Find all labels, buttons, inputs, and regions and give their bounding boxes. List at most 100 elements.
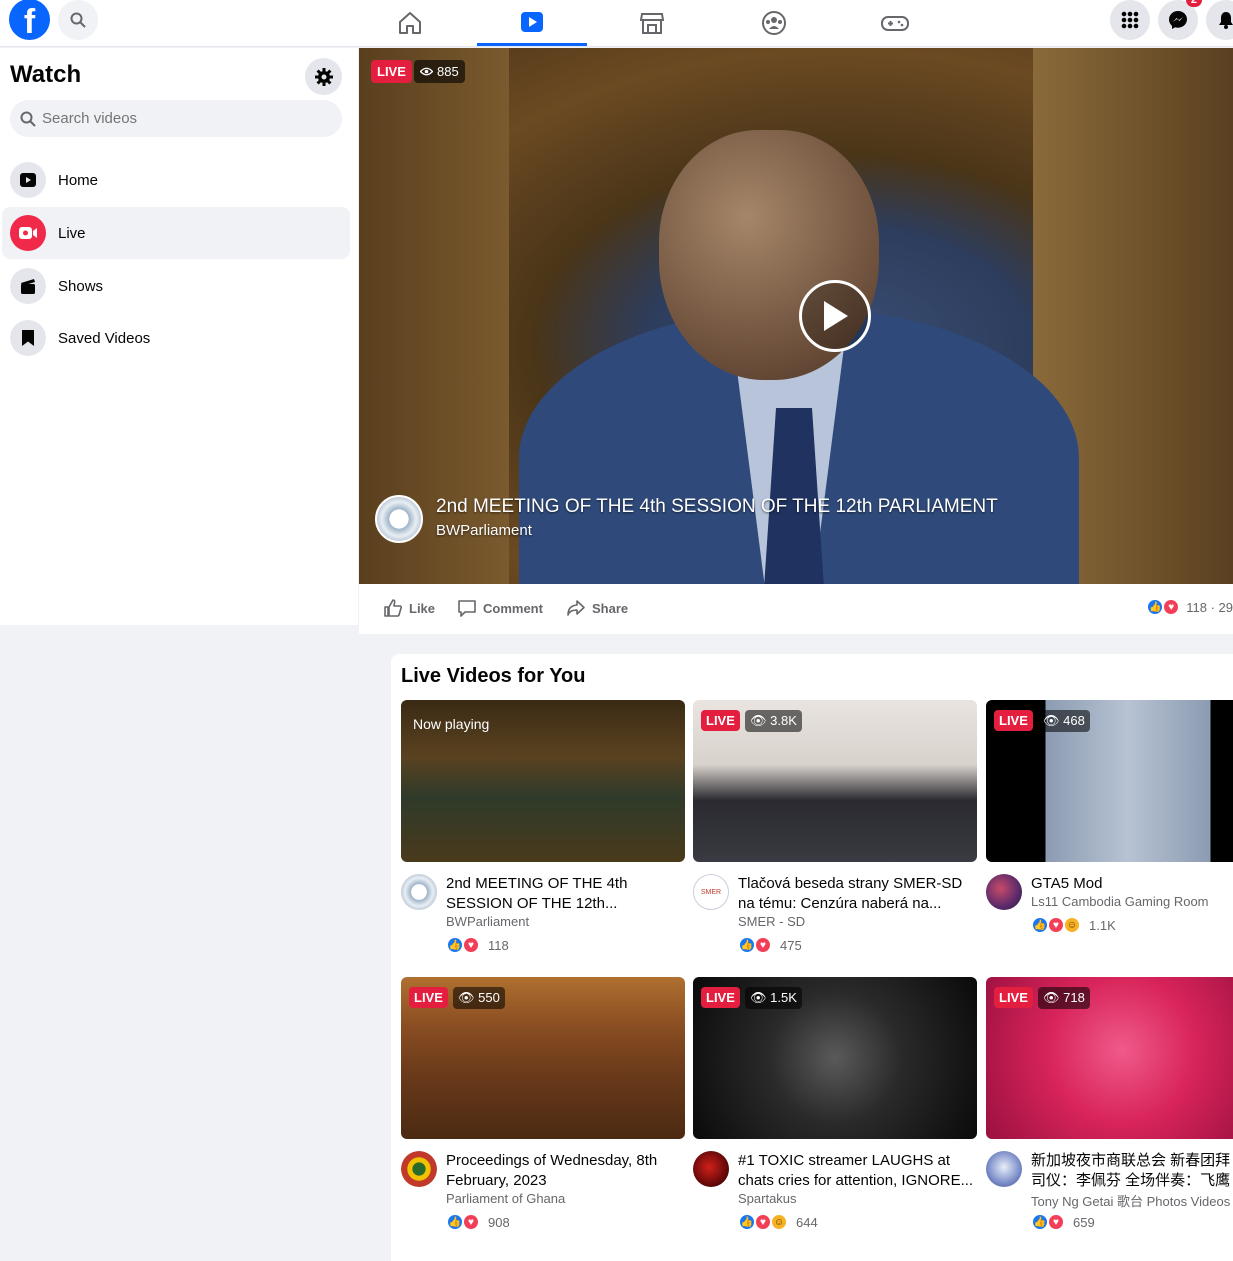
play-button[interactable] [799, 280, 871, 352]
facebook-logo-letter: f [23, 3, 36, 40]
video-card[interactable]: LIVE 👁 550 Proceedings of Wednesday, 8th… [401, 977, 686, 1231]
live-badge: LIVE [409, 987, 448, 1008]
section-title: Live Videos for You [401, 665, 586, 687]
card-channel[interactable]: Spartakus [738, 1191, 797, 1206]
card-channel[interactable]: Ls11 Cambodia Gaming Room [1031, 894, 1209, 909]
like-button[interactable]: Like [383, 598, 435, 618]
card-channel[interactable]: SMER - SD [738, 914, 805, 929]
reaction-count: 908 [488, 1214, 510, 1230]
card-title[interactable]: #1 TOXIC streamer LAUGHS at chats cries … [738, 1151, 978, 1191]
like-label: Like [409, 600, 436, 616]
video-thumbnail[interactable]: LIVE 👁 718 [986, 977, 1233, 1139]
clapperboard-icon [10, 268, 46, 304]
comment-icon [458, 600, 476, 617]
card-title[interactable]: GTA5 Mod [1031, 874, 1233, 894]
viewer-count-value: 718 [1063, 990, 1085, 1005]
menu-button[interactable] [1110, 0, 1150, 40]
video-thumbnail[interactable]: LIVE 👁 1.5K [693, 977, 977, 1139]
video-card[interactable]: LIVE 👁 468 GTA5 Mod Ls11 Cambodia Gaming… [986, 700, 1233, 954]
card-channel[interactable]: BWParliament [446, 914, 529, 929]
card-title[interactable]: 新加坡夜市商联总会 新春团拜 司仪：李佩芬 全场伴奏：飞鹰大 [1031, 1151, 1233, 1191]
love-reaction-icon: ♥ [754, 936, 772, 954]
page-title: Watch [10, 61, 82, 88]
love-reaction-icon: ♥ [462, 1213, 480, 1231]
viewer-count: 👁 468 [1038, 710, 1090, 732]
card-channel[interactable]: Parliament of Ghana [446, 1191, 565, 1206]
now-playing-label: Now playing [413, 716, 490, 732]
channel-avatar[interactable] [986, 874, 1022, 910]
love-reaction-icon: ♥ [1047, 1213, 1065, 1231]
search-button[interactable] [58, 0, 98, 40]
gear-icon [314, 67, 333, 86]
video-card[interactable]: LIVE 👁 3.8K SMER Tlačová beseda strany S… [693, 700, 978, 954]
viewer-count-value: 885 [437, 64, 459, 79]
video-card[interactable]: LIVE 👁 718 新加坡夜市商联总会 新春团拜 司仪：李佩芬 全场伴奏：飞鹰… [986, 977, 1233, 1231]
channel-avatar[interactable] [401, 874, 437, 910]
watch-settings-button[interactable] [305, 58, 342, 95]
channel-avatar[interactable] [693, 1151, 729, 1187]
reaction-count: 644 [796, 1214, 818, 1230]
channel-avatar[interactable] [401, 1151, 437, 1187]
channel-avatar[interactable] [375, 495, 423, 543]
viewer-count: 👁 3.8K [745, 710, 802, 732]
video-card[interactable]: Now playing 2nd MEETING OF THE 4th SESSI… [401, 700, 686, 954]
channel-name[interactable]: BWParliament [436, 522, 532, 539]
live-badge: LIVE [701, 987, 740, 1008]
reaction-summary[interactable]: 👍 ♥ 118 · 29 [1146, 598, 1233, 616]
video-thumbnail[interactable]: Now playing [401, 700, 685, 862]
viewer-count: 👁 1.5K [745, 987, 802, 1009]
video-thumbnail[interactable]: LIVE 👁 3.8K [693, 700, 977, 862]
sidebar-item-label: Live [58, 224, 86, 242]
sidebar-item-label: Saved Videos [58, 329, 151, 347]
live-badge: LIVE [371, 60, 412, 83]
viewer-count-value: 1.5K [770, 990, 797, 1005]
search-icon [20, 111, 36, 127]
sidebar-item-saved-videos[interactable]: Saved Videos [2, 312, 350, 364]
channel-avatar[interactable] [986, 1151, 1022, 1187]
card-reactions: 👍 ♥ 908 [446, 1213, 510, 1231]
groups-icon [762, 11, 786, 35]
nav-tab-marketplace[interactable] [597, 0, 707, 46]
nav-tab-gaming[interactable] [840, 0, 950, 46]
card-reactions: 👍 ♥ 118 [446, 936, 509, 954]
comment-label: Comment [483, 600, 543, 616]
sidebar-item-label: Shows [58, 277, 104, 295]
nav-tab-watch[interactable] [477, 0, 587, 46]
haha-reaction-icon: ☺ [770, 1213, 788, 1231]
video-thumbnail[interactable]: LIVE 👁 468 [986, 700, 1233, 862]
share-label: Share [592, 600, 629, 616]
channel-avatar[interactable]: SMER [693, 874, 729, 910]
haha-reaction-icon: ☺ [1063, 916, 1081, 934]
search-videos-input[interactable] [42, 110, 322, 127]
messenger-badge: 2 [1185, 0, 1202, 7]
love-reaction-icon: ♥ [462, 936, 480, 954]
viewer-count: 👁 550 [453, 987, 505, 1009]
video-thumbnail[interactable]: LIVE 👁 550 [401, 977, 685, 1139]
messenger-button[interactable]: 2 [1158, 0, 1202, 40]
video-card[interactable]: LIVE 👁 1.5K #1 TOXIC streamer LAUGHS at … [693, 977, 978, 1231]
nav-tab-groups[interactable] [719, 0, 829, 46]
home-video-icon [10, 162, 46, 198]
card-reactions: 👍 ♥ ☺ 644 [738, 1213, 818, 1231]
comment-button[interactable]: Comment [457, 598, 543, 618]
video-title[interactable]: 2nd MEETING OF THE 4th SESSION OF THE 12… [436, 496, 998, 518]
card-title[interactable]: Proceedings of Wednesday, 8th February, … [446, 1151, 686, 1191]
share-icon [567, 600, 585, 616]
card-title[interactable]: 2nd MEETING OF THE 4th SESSION OF THE 12… [446, 874, 686, 914]
sidebar-item-home[interactable]: Home [2, 154, 350, 206]
messenger-icon [1169, 11, 1187, 29]
card-title[interactable]: Tlačová beseda strany SMER-SD na tému: C… [738, 874, 978, 914]
viewer-count-value: 3.8K [770, 713, 797, 728]
reaction-count: 1.1K [1089, 917, 1116, 933]
facebook-logo[interactable]: f [9, 0, 50, 40]
reaction-count: 118 [488, 937, 509, 953]
share-button[interactable]: Share [566, 598, 628, 618]
reaction-count: 475 [780, 937, 802, 953]
nav-tab-home[interactable] [355, 0, 465, 46]
notifications-button[interactable] [1206, 0, 1233, 40]
video-action-bar: Like Comment Share 👍 ♥ 118 · 29 [359, 584, 1233, 634]
video-player[interactable]: LIVE 885 2nd MEETING OF THE 4th SESSION … [359, 48, 1233, 584]
sidebar-item-shows[interactable]: Shows [2, 260, 350, 312]
sidebar-item-live[interactable]: Live [2, 207, 350, 259]
card-channel[interactable]: Tony Ng Getai 歌台 Photos Videos [1031, 1191, 1230, 1210]
